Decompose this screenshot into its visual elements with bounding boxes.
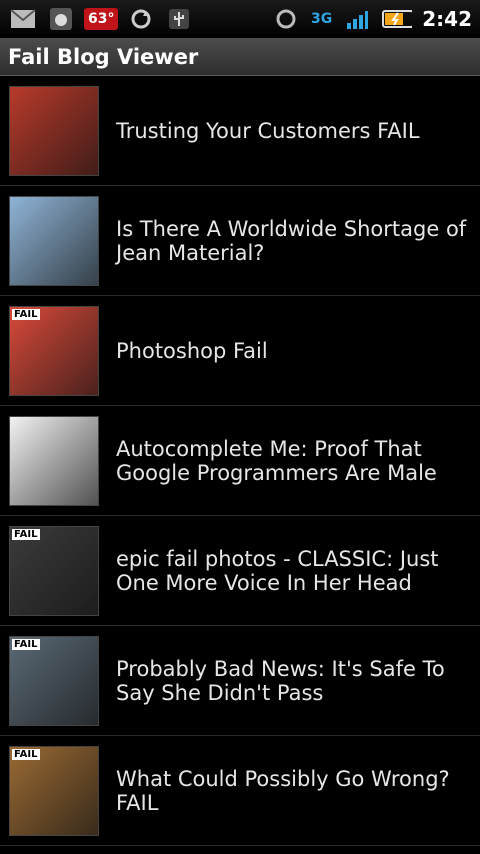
signal-icon	[342, 6, 372, 32]
post-thumbnail: FAIL	[9, 305, 99, 396]
post-title: Is There A Worldwide Shortage of Jean Ma…	[116, 216, 467, 265]
app-title-bar: Fail Blog Viewer	[0, 38, 480, 76]
status-bar: 63° 3G 2:42	[0, 0, 480, 38]
rotate-sync-icon	[271, 6, 301, 32]
post-thumbnail: FAIL	[9, 745, 99, 836]
list-item[interactable]: Is There A Worldwide Shortage of Jean Ma…	[0, 186, 480, 296]
list-item[interactable]: Trusting Your Customers FAIL	[0, 76, 480, 186]
mail-icon	[8, 6, 38, 32]
temperature-badge: 63°	[84, 8, 119, 30]
clock: 2:42	[422, 7, 472, 31]
post-title: Autocomplete Me: Proof That Google Progr…	[116, 436, 437, 485]
list-item[interactable]: FAIL What Could Possibly Go Wrong? FAIL	[0, 736, 480, 846]
list-item[interactable]: FAIL Photoshop Fail	[0, 296, 480, 406]
app-title: Fail Blog Viewer	[8, 44, 199, 69]
post-title: Probably Bad News: It's Safe To Say She …	[116, 656, 445, 705]
post-thumbnail: FAIL	[9, 635, 99, 726]
post-title: What Could Possibly Go Wrong? FAIL	[116, 766, 450, 815]
post-thumbnail	[9, 195, 99, 286]
battery-icon	[382, 6, 413, 32]
usb-icon	[164, 6, 194, 32]
sync-icon	[126, 6, 156, 32]
evernote-icon	[46, 6, 76, 32]
list-item[interactable]: FAIL epic fail photos - CLASSIC: Just On…	[0, 516, 480, 626]
post-title: Trusting Your Customers FAIL	[116, 118, 420, 143]
list-item[interactable]: FAIL Probably Bad News: It's Safe To Say…	[0, 626, 480, 736]
post-title: epic fail photos - CLASSIC: Just One Mor…	[116, 546, 439, 595]
post-thumbnail: FAIL	[9, 525, 99, 616]
post-list: Trusting Your Customers FAIL Is There A …	[0, 76, 480, 846]
network-type: 3G	[311, 11, 333, 27]
post-thumbnail	[9, 415, 99, 506]
post-thumbnail	[9, 85, 99, 176]
list-item[interactable]: Autocomplete Me: Proof That Google Progr…	[0, 406, 480, 516]
post-title: Photoshop Fail	[116, 338, 268, 363]
